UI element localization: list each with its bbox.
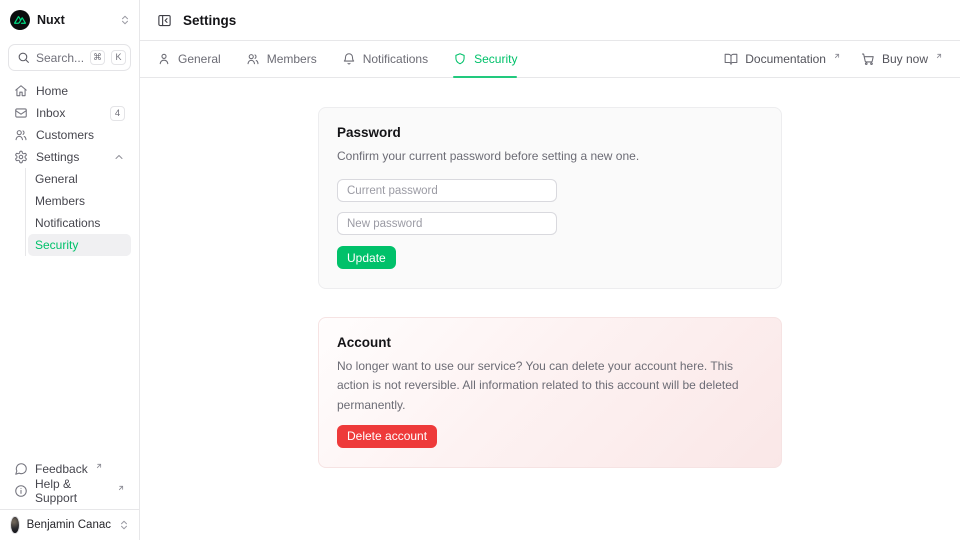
external-arrow-icon — [935, 52, 943, 60]
gear-icon — [14, 150, 28, 164]
person-icon — [157, 52, 171, 66]
sidebar-item-label: Home — [36, 84, 125, 98]
documentation-link[interactable]: Documentation — [724, 52, 841, 66]
password-card: Password Confirm your current password b… — [318, 107, 782, 289]
info-circle-icon — [14, 484, 28, 498]
delete-account-button[interactable]: Delete account — [337, 425, 437, 448]
tab-label: General — [178, 52, 221, 66]
sidebar-item-label: Settings — [36, 150, 105, 164]
action-label: Buy now — [882, 52, 928, 66]
sidebar-item-settings[interactable]: Settings — [8, 146, 131, 168]
account-card: Account No longer want to use our servic… — [318, 317, 782, 468]
settings-subtree: General Members Notifications Security — [25, 168, 131, 256]
home-icon — [14, 84, 28, 98]
inbox-icon — [14, 106, 28, 120]
search-placeholder: Search... — [36, 51, 84, 65]
tab-label: Members — [267, 52, 317, 66]
workspace-switcher[interactable]: Nuxt — [0, 0, 139, 40]
chat-bubble-icon — [14, 462, 28, 476]
help-support-link[interactable]: Help & Support — [8, 480, 131, 502]
sidebar-item-label: Inbox — [36, 106, 102, 120]
kbd-meta: ⌘ — [90, 50, 105, 65]
avatar — [10, 516, 20, 534]
sidebar-item-security[interactable]: Security — [28, 234, 131, 256]
update-password-button[interactable]: Update — [337, 246, 396, 269]
external-arrow-icon — [95, 462, 103, 470]
page-title: Settings — [183, 13, 236, 28]
sidebar-item-notifications[interactable]: Notifications — [28, 212, 131, 234]
external-arrow-icon — [117, 484, 125, 492]
password-card-title: Password — [337, 125, 763, 140]
sidebar-footer: Feedback Help & Support — [0, 458, 139, 509]
sidebar-item-members[interactable]: Members — [28, 190, 131, 212]
footer-link-label: Help & Support — [35, 477, 110, 505]
sidebar-spacer — [0, 256, 139, 458]
bell-icon — [342, 52, 356, 66]
cart-icon — [861, 52, 875, 66]
users-icon — [246, 52, 260, 66]
tab-general[interactable]: General — [157, 41, 221, 77]
settings-tabbar: General Members Notifications Security — [140, 41, 960, 78]
settings-security-content: Password Confirm your current password b… — [140, 78, 960, 540]
users-icon — [14, 128, 28, 142]
search-icon — [17, 51, 30, 64]
current-password-input[interactable] — [337, 179, 557, 202]
main-area: Settings General Members Notifications S… — [140, 0, 960, 540]
sidebar-subitem-label: Members — [35, 194, 85, 208]
tab-label: Notifications — [363, 52, 428, 66]
tab-members[interactable]: Members — [246, 41, 317, 77]
chevron-up-down-icon — [118, 519, 130, 531]
external-arrow-icon — [833, 52, 841, 60]
account-card-title: Account — [337, 335, 763, 350]
action-label: Documentation — [745, 52, 826, 66]
search-input[interactable]: Search... ⌘ K — [8, 44, 131, 71]
sidebar-item-label: Customers — [36, 128, 125, 142]
sidebar-subitem-label: Security — [35, 238, 78, 252]
account-card-description: No longer want to use our service? You c… — [337, 357, 763, 415]
tab-notifications[interactable]: Notifications — [342, 41, 428, 77]
footer-link-label: Feedback — [35, 462, 88, 476]
tab-label: Security — [474, 52, 517, 66]
new-password-input[interactable] — [337, 212, 557, 235]
sidebar-item-customers[interactable]: Customers — [8, 124, 131, 146]
sidebar-nav: Home Inbox 4 Customers Settings — [0, 77, 139, 256]
chevron-up-down-icon — [119, 14, 131, 26]
password-card-description: Confirm your current password before set… — [337, 147, 763, 166]
page-header: Settings — [140, 0, 960, 41]
chevron-up-icon — [113, 151, 125, 163]
sidebar-subitem-label: Notifications — [35, 216, 100, 230]
book-open-icon — [724, 52, 738, 66]
shield-icon — [453, 52, 467, 66]
header-actions: Documentation Buy now — [724, 52, 943, 66]
sidebar: Nuxt Search... ⌘ K Home Inbox 4 — [0, 0, 140, 540]
workspace-name: Nuxt — [37, 13, 112, 27]
inbox-count-badge: 4 — [110, 106, 125, 121]
sidebar-item-inbox[interactable]: Inbox 4 — [8, 102, 131, 124]
sidebar-subitem-label: General — [35, 172, 78, 186]
nuxt-logo-icon — [10, 10, 30, 30]
sidebar-item-general[interactable]: General — [28, 168, 131, 190]
kbd-k: K — [111, 50, 126, 65]
sidebar-item-home[interactable]: Home — [8, 80, 131, 102]
sidebar-collapse-icon[interactable] — [157, 13, 172, 28]
user-name: Benjamin Canac — [27, 519, 111, 531]
buy-now-link[interactable]: Buy now — [861, 52, 943, 66]
tab-security[interactable]: Security — [453, 41, 517, 77]
user-menu[interactable]: Benjamin Canac — [0, 509, 139, 540]
